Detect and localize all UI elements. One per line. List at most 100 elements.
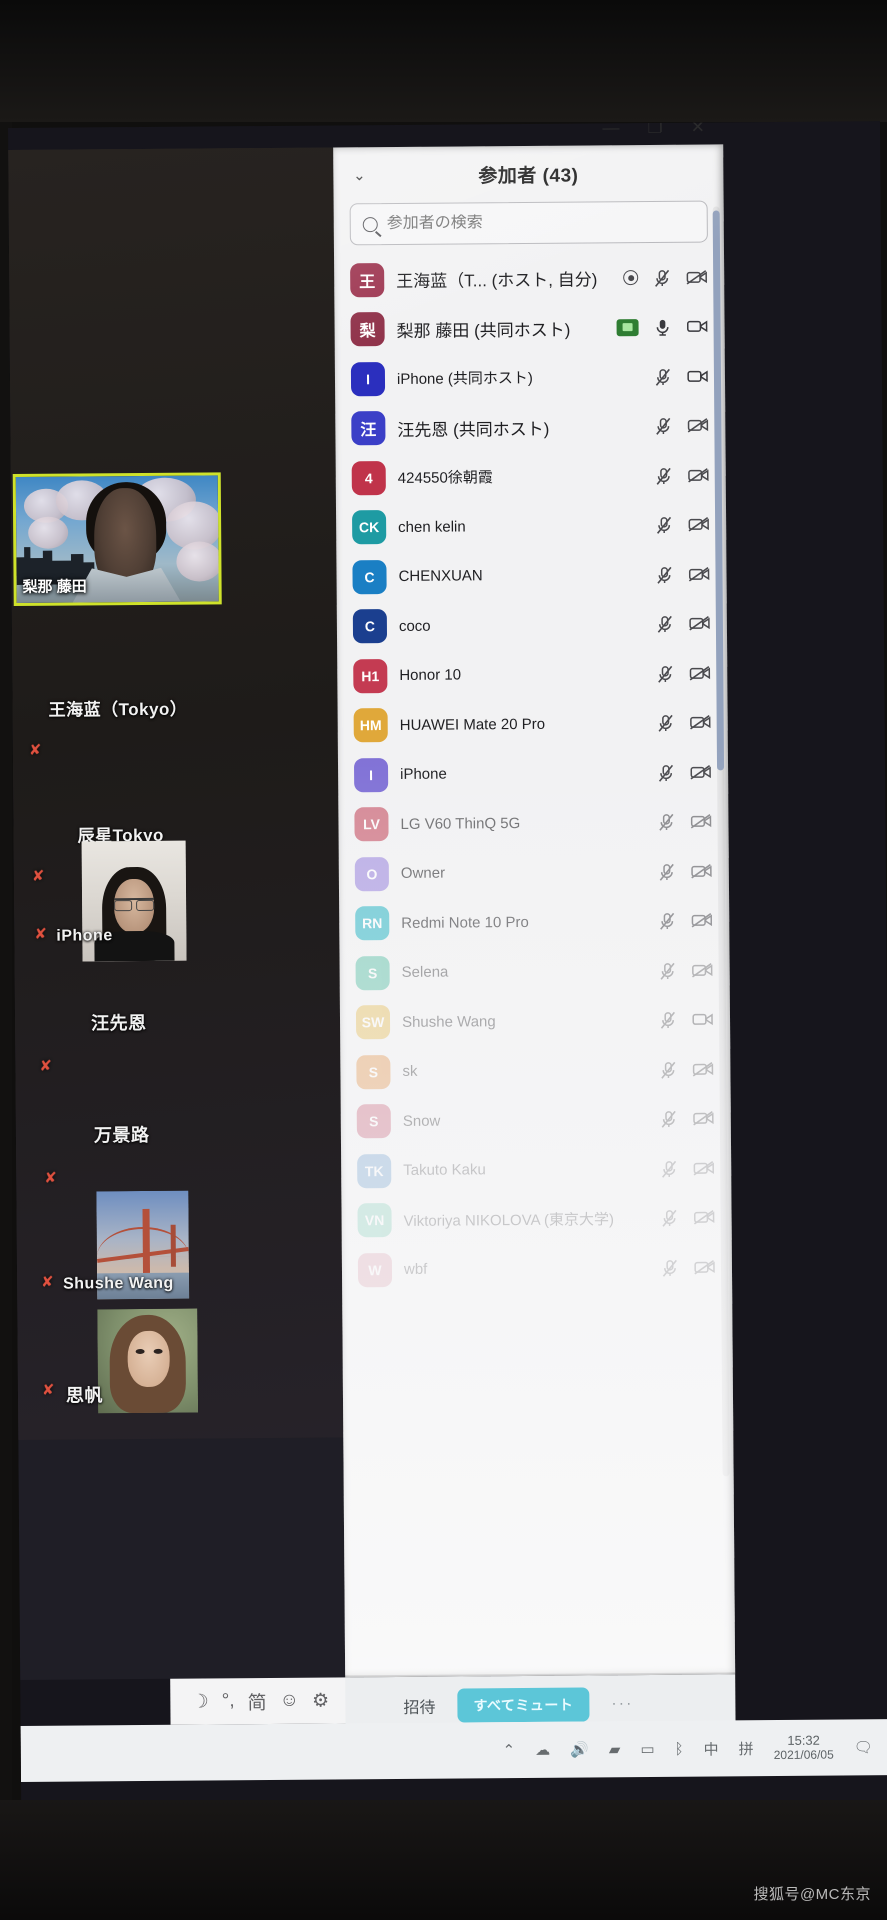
mic-muted-icon[interactable] — [660, 1259, 680, 1277]
battery-icon[interactable]: ▭ — [640, 1740, 654, 1758]
mic-muted-icon[interactable] — [659, 1110, 679, 1129]
ime-mode-indicator[interactable]: 拼 — [739, 1738, 754, 1759]
ime-kanji-icon[interactable]: 简 — [247, 1688, 267, 1715]
video-off-icon[interactable] — [690, 813, 712, 831]
video-off-icon[interactable] — [693, 1209, 715, 1227]
mic-muted-icon[interactable] — [654, 516, 674, 535]
invite-button[interactable]: 招待 — [403, 1694, 435, 1718]
participant-row[interactable]: Ssk — [340, 1044, 730, 1097]
video-on-icon[interactable] — [692, 1011, 713, 1029]
laptop-screen: 梨那 藤田 王海蓝（Tokyo） ✘ 辰星Tokyo ✘ iPhone ✘ 汪先… — [8, 121, 887, 1818]
bluetooth-icon[interactable]: ᛒ — [675, 1740, 684, 1757]
wifi-icon[interactable]: ▰ — [609, 1740, 621, 1758]
gear-icon[interactable]: ⚙ — [312, 1689, 329, 1712]
mic-muted-icon[interactable] — [656, 813, 676, 832]
participant-row[interactable]: S Snow — [341, 1094, 731, 1147]
screen-share-icon[interactable] — [616, 318, 639, 336]
participant-row[interactable]: S Selena — [339, 945, 729, 998]
video-off-icon[interactable] — [693, 1159, 714, 1177]
participant-row[interactable]: H1 Honor 10 — [337, 648, 727, 701]
video-off-icon[interactable] — [690, 714, 711, 732]
search-input[interactable] — [386, 212, 695, 234]
mic-muted-icon[interactable] — [656, 764, 676, 782]
video-off-icon[interactable] — [686, 268, 707, 286]
mic-muted-icon[interactable] — [657, 912, 677, 931]
participant-row[interactable]: 梨梨那 藤田 (共同ホスト) — [334, 302, 724, 355]
windows-taskbar[interactable]: ⌃ ☁ 🔊 ▰ ▭ ᛒ 中 拼 15:32 2021/06/05 🗨 — [20, 1719, 887, 1782]
participant-row[interactable]: CK chen kelin — [336, 500, 726, 553]
participant-row[interactable]: 4 424550徐朝霞 — [336, 450, 726, 503]
participant-row[interactable]: RN Redmi Note 10 Pro — [339, 896, 729, 949]
mic-off-icon: ✘ — [31, 867, 45, 885]
chevron-down-icon[interactable]: ⌄ — [347, 166, 371, 184]
volume-icon[interactable]: 🔊 — [570, 1740, 589, 1758]
mic-muted-icon[interactable] — [658, 1011, 678, 1030]
video-off-icon[interactable] — [688, 466, 709, 484]
participant-row[interactable]: Wwbf — [342, 1242, 732, 1295]
participant-row[interactable]: O Owner — [339, 846, 729, 899]
video-on-icon[interactable] — [687, 367, 708, 385]
chevron-up-icon[interactable]: ⌃ — [503, 1741, 516, 1759]
participant-row[interactable]: Ccoco — [337, 599, 727, 652]
mic-muted-icon[interactable] — [652, 269, 672, 287]
ime-language-indicator[interactable]: 中 — [704, 1738, 719, 1759]
video-off-icon[interactable] — [691, 912, 713, 930]
recording-icon[interactable] — [623, 270, 639, 286]
mic-muted-icon[interactable] — [658, 1061, 678, 1079]
video-off-icon[interactable] — [688, 516, 709, 534]
participant-row[interactable]: 汪汪先恩 (共同ホスト) — [335, 401, 725, 454]
mic-muted-icon[interactable] — [658, 962, 678, 980]
video-off-icon[interactable] — [689, 664, 711, 682]
meeting-toolbar[interactable]: ☽ °, 简 ☺ ⚙ — [170, 1677, 351, 1725]
mic-muted-icon[interactable] — [656, 714, 676, 733]
mic-muted-icon[interactable] — [654, 566, 674, 584]
video-off-icon[interactable] — [694, 1258, 715, 1276]
mute-all-button[interactable]: すべてミュート — [457, 1687, 590, 1723]
video-gallery: 梨那 藤田 王海蓝（Tokyo） ✘ 辰星Tokyo ✘ iPhone ✘ 汪先… — [8, 147, 346, 1680]
emoji-icon[interactable]: ☺ — [280, 1690, 300, 1712]
search-box[interactable] — [349, 200, 708, 246]
mic-muted-icon[interactable] — [657, 863, 677, 881]
moon-icon[interactable]: ☽ — [192, 1690, 209, 1713]
video-off-icon[interactable] — [688, 565, 710, 583]
more-options-button[interactable]: ··· — [611, 1695, 633, 1713]
participant-row[interactable]: IiPhone (共同ホスト) — [335, 351, 725, 404]
participant-row[interactable]: SW Shushe Wang — [340, 995, 730, 1048]
video-thumbnail-woman[interactable] — [97, 1308, 199, 1414]
mic-muted-icon[interactable] — [655, 615, 675, 634]
mic-muted-icon[interactable] — [655, 665, 675, 683]
participant-row[interactable]: TK Takuto Kaku — [341, 1143, 731, 1196]
video-off-icon[interactable] — [687, 417, 709, 435]
search-icon — [362, 216, 378, 232]
onedrive-icon[interactable]: ☁ — [535, 1741, 550, 1759]
video-off-icon[interactable] — [690, 763, 711, 781]
participant-row[interactable]: LV LG V60 ThinQ 5G — [338, 797, 728, 850]
notification-icon[interactable]: 🗨 — [854, 1738, 873, 1756]
video-off-icon[interactable] — [692, 961, 713, 979]
degree-icon[interactable]: °, — [222, 1690, 235, 1712]
participant-row[interactable]: HM HUAWEI Mate 20 Pro — [338, 698, 728, 751]
video-off-icon[interactable] — [692, 1060, 714, 1078]
mic-muted-icon[interactable] — [654, 467, 674, 485]
participant-name: CHENXUAN — [398, 567, 483, 586]
mic-muted-icon[interactable] — [659, 1160, 679, 1178]
participant-row[interactable]: IiPhone — [338, 747, 728, 800]
participants-list[interactable]: 王王海蓝（T... (ホスト, 自分) 梨梨那 藤田 (共同ホスト) IiPhone… — [334, 252, 734, 1585]
video-off-icon[interactable] — [689, 615, 710, 633]
participant-row[interactable]: 王王海蓝（T... (ホスト, 自分) — [334, 252, 724, 305]
mic-muted-icon[interactable] — [653, 417, 673, 436]
participant-row[interactable]: C CHENXUAN — [336, 549, 726, 602]
participant-row[interactable]: VN Viktoriya NIKOLOVA (東京大学) — [341, 1193, 731, 1246]
taskbar-clock[interactable]: 15:32 2021/06/05 — [774, 1732, 834, 1762]
video-off-icon[interactable] — [691, 862, 712, 880]
restore-button[interactable]: ❐ — [647, 121, 662, 136]
participant-name: iPhone (共同ホスト) — [396, 370, 533, 389]
minimize-button[interactable]: — — [602, 121, 619, 137]
video-on-icon[interactable] — [687, 318, 708, 336]
mic-on-icon[interactable] — [653, 318, 673, 336]
mic-muted-icon[interactable] — [653, 368, 673, 386]
mic-muted-icon[interactable] — [660, 1209, 680, 1228]
active-speaker-tile[interactable]: 梨那 藤田 — [12, 472, 222, 606]
video-off-icon[interactable] — [693, 1110, 714, 1128]
close-button[interactable]: ✕ — [691, 121, 705, 136]
